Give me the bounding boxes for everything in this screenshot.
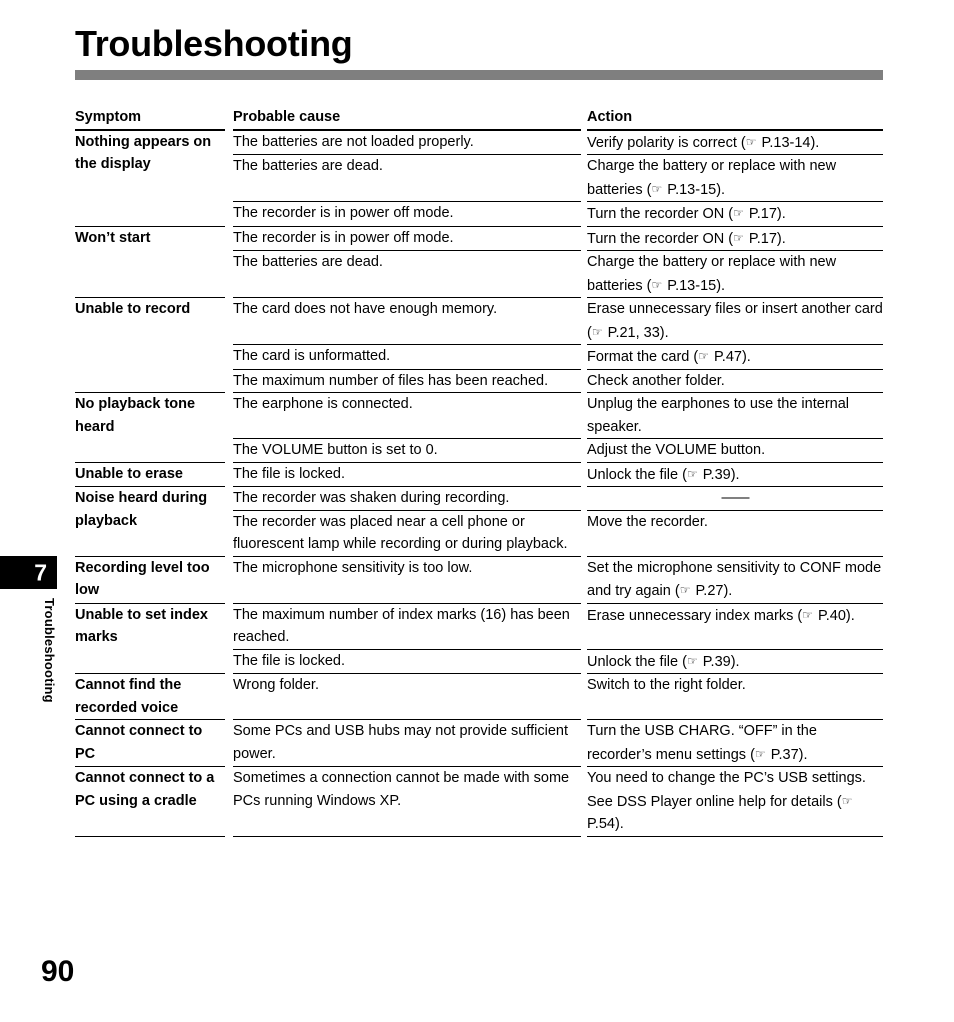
symptom-cell: Recording level too low (75, 556, 225, 604)
action-cell: Charge the battery or replace with new b… (587, 154, 883, 202)
table-row: No playback tone heard The earphone is co… (75, 392, 883, 463)
table-row: Unable to set index marks The maximum num… (75, 602, 883, 674)
action-cell: Unlock the file (☞ P.39). (587, 648, 883, 674)
action-cell: Move the recorder. (587, 509, 883, 556)
table-row: Nothing appears on the display The batter… (75, 129, 883, 227)
table-row: Noise heard during playback The recorder … (75, 486, 883, 557)
probable-cause-cell: The file is locked. (233, 648, 581, 674)
probable-cause-cell: Some PCs and USB hubs may not provide su… (233, 719, 581, 767)
action-cell: Erase unnecessary index marks (☞ P.40). (587, 602, 883, 649)
symptom-cell: Unable to set index marks (75, 603, 225, 674)
page-title: Troubleshooting (75, 23, 353, 64)
symptom-cell: No playback tone heard (75, 392, 225, 463)
symptom-cell: Cannot connect to PC (75, 719, 225, 767)
table-row: Cannot connect to PC Some PCs and USB hub… (75, 719, 883, 767)
chapter-tab: 7 (0, 556, 57, 589)
symptom-cell: Unable to record (75, 297, 225, 393)
no-action-dash: —— (721, 490, 750, 506)
table-row: Recording level too low The microphone se… (75, 555, 883, 604)
column-gap (225, 393, 233, 463)
action-cell: Unplug the earphones to use the internal… (587, 392, 883, 439)
column-gap (225, 674, 233, 720)
table-row: Unable to record The card does not have e… (75, 297, 883, 393)
troubleshooting-table: Symptom Probable cause Action Nothing ap… (75, 106, 883, 837)
probable-cause-cell: The microphone sensitivity is too low. (233, 555, 581, 603)
probable-cause-cell: The maximum number of index marks (16) h… (233, 602, 581, 649)
probable-cause-cell: The file is locked. (233, 461, 581, 487)
probable-cause-cell: Sometimes a connection cannot be made wi… (233, 766, 581, 837)
column-header-action: Action (587, 106, 883, 131)
action-cell: Format the card (☞ P.47). (587, 344, 883, 369)
column-gap (225, 767, 233, 837)
pointing-hand-icon: ☞ (686, 653, 698, 668)
pointing-hand-icon: ☞ (679, 583, 691, 597)
symptom-cell: Nothing appears on the display (75, 129, 225, 227)
pointing-hand-icon: ☞ (754, 746, 766, 761)
pointing-hand-icon: ☞ (745, 134, 757, 149)
action-cell: Turn the USB CHARG. “OFF” in the recorde… (587, 719, 883, 767)
column-gap (225, 462, 233, 487)
pointing-hand-icon: ☞ (651, 277, 663, 292)
probable-cause-cell: The VOLUME button is set to 0. (233, 438, 581, 462)
chapter-side-label: Troubleshooting (42, 598, 57, 703)
action-cell: Charge the battery or replace with new b… (587, 250, 883, 298)
column-gap (225, 720, 233, 767)
action-cell: Verify polarity is correct (☞ P.13-14). (587, 129, 883, 155)
probable-cause-cell: The card does not have enough memory. (233, 297, 581, 345)
probable-cause-cell: The batteries are dead. (233, 250, 581, 298)
action-cell: —— (587, 486, 883, 510)
probable-cause-cell: The recorder was shaken during recording… (233, 486, 581, 510)
chapter-number: 7 (34, 559, 47, 585)
table-row: Won’t start The recorder is in power off … (75, 225, 883, 298)
column-gap (225, 487, 233, 557)
action-cell: Unlock the file (☞ P.39). (587, 461, 883, 487)
action-cell: Turn the recorder ON (☞ P.17). (587, 201, 883, 226)
pointing-hand-icon: ☞ (651, 181, 663, 196)
table-body: Nothing appears on the display The batter… (75, 129, 883, 837)
column-header-symptom: Symptom (75, 106, 225, 131)
column-gap (225, 556, 233, 603)
column-gap (225, 130, 233, 227)
column-gap (225, 298, 233, 393)
probable-cause-cell: The maximum number of files has been rea… (233, 368, 581, 393)
probable-cause-cell: The earphone is connected. (233, 392, 581, 439)
probable-cause-cell: The recorder was placed near a cell phon… (233, 509, 581, 556)
action-cell: Set the microphone sensitivity to CONF m… (587, 555, 883, 603)
symptom-cell: Cannot find the recorded voice (75, 673, 225, 720)
title-divider-rule (75, 70, 883, 80)
table-header: Symptom Probable cause Action (75, 106, 883, 131)
action-cell: You need to change the PC’s USB settings… (587, 766, 883, 837)
probable-cause-cell: The recorder is in power off mode. (233, 201, 581, 226)
action-cell: Erase unnecessary files or insert anothe… (587, 297, 883, 345)
symptom-cell: Unable to erase (75, 462, 225, 487)
column-header-cause: Probable cause (233, 106, 581, 131)
probable-cause-cell: The recorder is in power off mode. (233, 225, 581, 251)
probable-cause-cell: The card is unformatted. (233, 344, 581, 369)
page-number: 90 (41, 955, 75, 988)
table-row: Unable to erase The file is locked. Unlock… (75, 461, 883, 487)
pointing-hand-icon: ☞ (698, 349, 709, 363)
column-gap (225, 106, 233, 130)
action-cell: Turn the recorder ON (☞ P.17). (587, 225, 883, 251)
pointing-hand-icon: ☞ (733, 230, 744, 245)
table-row: Cannot connect to a PC using a cradle Som… (75, 766, 883, 837)
column-gap (225, 226, 233, 298)
probable-cause-cell: The batteries are dead. (233, 154, 581, 202)
symptom-cell: Noise heard during playback (75, 486, 225, 557)
action-cell: Adjust the VOLUME button. (587, 438, 883, 462)
pointing-hand-icon: ☞ (802, 607, 813, 622)
pointing-hand-icon: ☞ (686, 466, 698, 481)
pointing-hand-icon: ☞ (591, 324, 603, 339)
column-gap (225, 603, 233, 674)
pointing-hand-icon: ☞ (841, 793, 853, 808)
symptom-cell: Cannot connect to a PC using a cradle (75, 766, 225, 837)
probable-cause-cell: The batteries are not loaded properly. (233, 129, 581, 155)
pointing-hand-icon: ☞ (733, 206, 744, 220)
action-cell: Switch to the right folder. (587, 673, 883, 720)
symptom-cell: Won’t start (75, 226, 225, 298)
probable-cause-cell: Wrong folder. (233, 673, 581, 720)
table-row: Cannot find the recorded voice Wrong fold… (75, 673, 883, 720)
action-cell: Check another folder. (587, 368, 883, 393)
